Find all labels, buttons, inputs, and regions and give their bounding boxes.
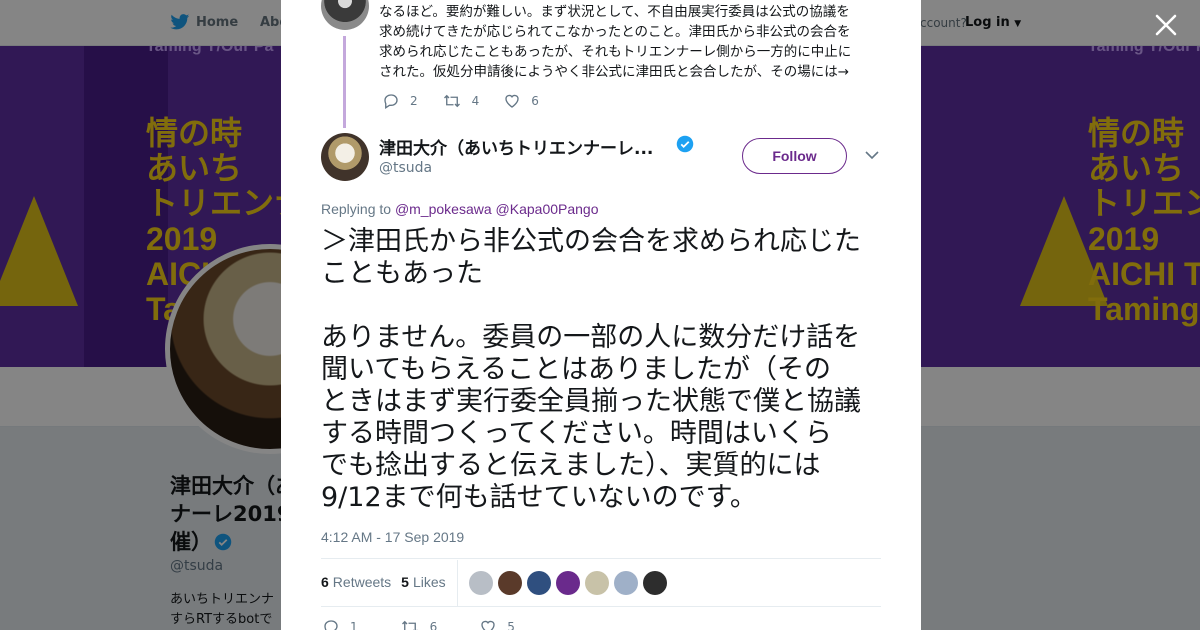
- follow-button[interactable]: Follow: [742, 138, 847, 174]
- divider: [321, 606, 881, 607]
- retweet-count: 6: [429, 620, 438, 630]
- parent-tweet-text: なるほど。要約が難しい。まず状況として、不自由展実行委員は公式の協議を 求め続け…: [379, 4, 852, 80]
- liker-avatar[interactable]: [527, 571, 551, 595]
- retweet-count: 4: [471, 94, 480, 108]
- reply-icon: [384, 94, 398, 109]
- reply-button[interactable]: 2: [382, 92, 418, 110]
- like-count: 5: [507, 620, 515, 630]
- liker-avatar[interactable]: [556, 571, 580, 595]
- tweet-text: ＞津田氏から非公式の会合を求められ応じた こともあった ありません。委員の一部の…: [321, 226, 861, 513]
- retweet-button[interactable]: 4: [442, 92, 480, 110]
- mention-link[interactable]: @m_pokesawa: [395, 201, 492, 217]
- liker-avatar[interactable]: [643, 571, 667, 595]
- tweet-actions: 1 6 5: [322, 618, 539, 630]
- divider: [321, 558, 881, 559]
- thread-connector: [343, 36, 346, 128]
- replying-to: Replying to @m_pokesawa @Kapa00Pango: [321, 201, 599, 217]
- tweet-modal: なるほど。要約が難しい。まず状況として、不自由展実行委員は公式の協議を 求め続け…: [281, 0, 921, 630]
- like-button[interactable]: 5: [479, 618, 515, 630]
- reply-button[interactable]: 1: [322, 618, 358, 630]
- heart-icon: [505, 94, 519, 108]
- like-button[interactable]: 6: [503, 92, 539, 110]
- retweet-icon: [443, 94, 460, 108]
- tweet-timestamp[interactable]: 4:12 AM - 17 Sep 2019: [321, 529, 464, 545]
- replying-prefix: Replying to: [321, 201, 395, 217]
- liker-avatar[interactable]: [498, 571, 522, 595]
- reply-icon: [324, 620, 338, 630]
- tweet-stats: 6 Retweets 5 Likes: [321, 574, 456, 590]
- retweets-stat-label: Retweets: [332, 574, 392, 590]
- retweet-button[interactable]: 6: [400, 618, 438, 630]
- likes-stat-count: 5: [401, 574, 409, 590]
- close-icon[interactable]: [1153, 12, 1179, 38]
- author-handle[interactable]: @tsuda: [379, 160, 432, 176]
- verified-badge-icon: [676, 135, 694, 153]
- liker-avatar[interactable]: [614, 571, 638, 595]
- parent-tweet-actions: 2 4 6: [382, 92, 563, 110]
- author-name[interactable]: 津田大介（あいちトリエンナーレ...: [379, 134, 653, 159]
- stats-divider: [457, 560, 458, 606]
- retweets-stat-count: 6: [321, 574, 329, 590]
- retweets-stat[interactable]: 6 Retweets: [321, 574, 391, 590]
- likes-stat-label: Likes: [412, 574, 446, 590]
- chevron-down-icon[interactable]: [865, 150, 879, 160]
- like-count: 6: [531, 94, 539, 108]
- liker-avatar[interactable]: [585, 571, 609, 595]
- mention-link[interactable]: @Kapa00Pango: [496, 201, 599, 217]
- heart-icon: [481, 620, 495, 630]
- retweet-icon: [401, 620, 418, 630]
- author-avatar[interactable]: [321, 133, 369, 181]
- reply-count: 2: [410, 94, 418, 108]
- liker-avatars: [469, 571, 672, 595]
- reply-count: 1: [350, 620, 358, 630]
- liker-avatar[interactable]: [469, 571, 493, 595]
- parent-tweet-avatar[interactable]: [321, 0, 369, 30]
- likes-stat[interactable]: 5 Likes: [401, 574, 445, 590]
